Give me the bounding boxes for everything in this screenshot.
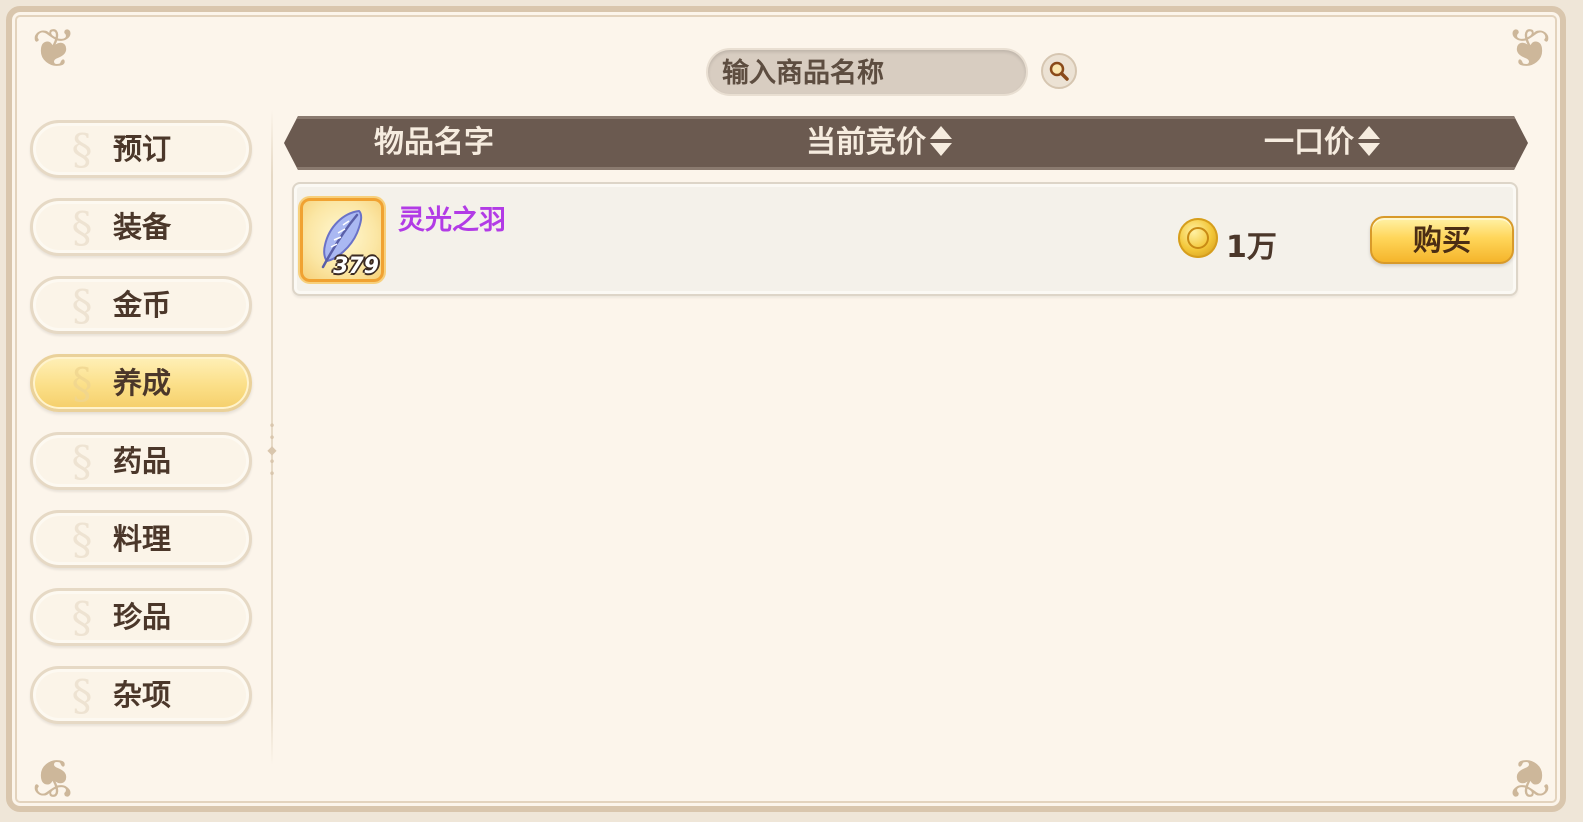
swan-emblem-icon: § bbox=[71, 125, 93, 174]
search-icon bbox=[1049, 61, 1069, 81]
category-label: 装备 bbox=[113, 210, 172, 244]
category-tab-medicine[interactable]: § 药品 bbox=[30, 432, 252, 490]
swan-emblem-icon: § bbox=[71, 515, 93, 564]
corner-ornament-icon: ❦ bbox=[1506, 746, 1552, 809]
category-tab-cultivation[interactable]: § 养成 bbox=[30, 354, 252, 412]
column-header-name: 物品名字 bbox=[374, 125, 494, 160]
corner-ornament-icon: ❦ bbox=[31, 746, 77, 809]
search-bar bbox=[708, 50, 1026, 96]
swan-emblem-icon: § bbox=[71, 671, 93, 720]
category-sidebar: § 预订 § 装备 § 金币 § 养成 § 药品 § 料理 § 珍品 § 杂项 bbox=[30, 120, 254, 744]
divider-ornament-icon: • • ◆ • • bbox=[267, 419, 277, 481]
buyout-price: 1万 bbox=[1226, 230, 1277, 265]
swan-emblem-icon: § bbox=[71, 281, 93, 330]
category-tab-gold[interactable]: § 金币 bbox=[30, 276, 252, 334]
item-name: 灵光之羽 bbox=[398, 205, 506, 236]
category-label: 养成 bbox=[113, 366, 172, 400]
gold-coin-icon bbox=[1178, 218, 1218, 258]
category-label: 珍品 bbox=[113, 600, 172, 634]
swan-emblem-icon: § bbox=[71, 593, 93, 642]
swan-emblem-icon: § bbox=[71, 437, 93, 486]
category-tab-misc[interactable]: § 杂项 bbox=[30, 666, 252, 724]
column-header-buyout[interactable]: 一口价 bbox=[1264, 119, 1382, 167]
sort-icon bbox=[928, 123, 954, 159]
swan-emblem-icon: § bbox=[71, 359, 93, 408]
item-slot[interactable]: 379 bbox=[300, 198, 384, 282]
category-tab-treasure[interactable]: § 珍品 bbox=[30, 588, 252, 646]
category-label: 预订 bbox=[113, 132, 172, 166]
column-header-label: 当前竞价 bbox=[806, 125, 926, 160]
category-label: 药品 bbox=[113, 444, 172, 478]
table-header: 物品名字 当前竞价 一口价 bbox=[284, 116, 1528, 170]
item-count: 379 bbox=[333, 254, 379, 279]
column-header-label: 一口价 bbox=[1264, 125, 1354, 160]
search-input[interactable] bbox=[720, 50, 1014, 96]
search-button[interactable] bbox=[1041, 53, 1077, 89]
sort-icon bbox=[1356, 123, 1382, 159]
corner-ornament-icon: ❦ bbox=[1506, 17, 1552, 80]
table-row[interactable]: 379 灵光之羽 1万 购买 bbox=[292, 182, 1518, 296]
category-tab-preorder[interactable]: § 预订 bbox=[30, 120, 252, 178]
category-tab-equipment[interactable]: § 装备 bbox=[30, 198, 252, 256]
corner-ornament-icon: ❦ bbox=[31, 17, 77, 80]
swan-emblem-icon: § bbox=[71, 203, 93, 252]
category-label: 金币 bbox=[113, 288, 172, 322]
buy-button[interactable]: 购买 bbox=[1370, 216, 1514, 264]
category-label: 杂项 bbox=[113, 678, 172, 712]
category-tab-cooking[interactable]: § 料理 bbox=[30, 510, 252, 568]
category-label: 料理 bbox=[113, 522, 172, 556]
column-header-current-bid[interactable]: 当前竞价 bbox=[806, 119, 954, 167]
